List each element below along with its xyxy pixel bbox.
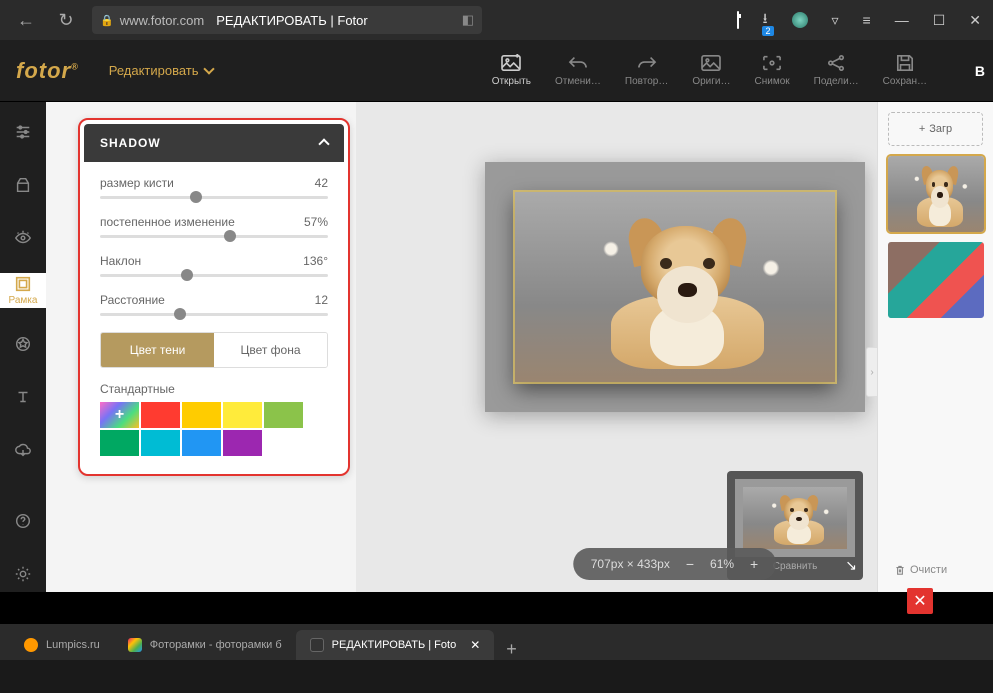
close-overlay-button[interactable]: ✕ [907, 588, 933, 614]
edit-menu[interactable]: Редактировать [109, 63, 213, 78]
zoom-bar: 707px × 433px − 61% + [573, 548, 776, 580]
main-photo [515, 192, 835, 382]
menu-icon[interactable]: ≡ [863, 12, 871, 28]
maximize-icon[interactable]: ☐ [933, 12, 946, 29]
favicon [310, 638, 324, 652]
rail-collapse-handle[interactable]: › [866, 347, 878, 397]
browser-tabs: Lumpics.ru Фоторамки - фоторамки б РЕДАК… [0, 624, 993, 660]
favicon [128, 638, 142, 652]
bg-color-tab[interactable]: Цвет фона [214, 333, 327, 367]
help-icon[interactable] [0, 504, 46, 539]
thumbnail-2[interactable] [888, 242, 984, 318]
snapshot-button[interactable]: Снимок [755, 54, 790, 87]
color-swatch[interactable] [141, 402, 180, 428]
url-title: РЕДАКТИРОВАТЬ | Fotor [216, 13, 367, 28]
right-rail: › + Загр Очисти [877, 102, 993, 592]
undo-button[interactable]: Отмени… [555, 54, 601, 87]
color-swatch[interactable] [223, 430, 262, 456]
zoom-percent: 61% [710, 557, 734, 571]
zoom-out-button[interactable]: − [686, 556, 694, 572]
bookmark-menu-icon[interactable]: ▿ [832, 12, 839, 29]
open-button[interactable]: Открыть [492, 54, 531, 87]
reload-button[interactable]: ↻ [52, 10, 80, 31]
profile-icon[interactable] [792, 12, 808, 28]
url-domain: www.fotor.com [120, 13, 205, 28]
lock-icon: 🔒 [100, 14, 114, 27]
redo-button[interactable]: Повтор… [625, 54, 668, 87]
text-icon[interactable] [0, 380, 46, 415]
stickers-icon[interactable] [0, 326, 46, 361]
share-button[interactable]: Подели… [814, 54, 859, 87]
fade-slider[interactable]: постепенное изменение57% [100, 215, 328, 238]
navigator-collapse-icon[interactable]: ↘ [845, 557, 857, 574]
download-icon[interactable]: ⭳2 [763, 8, 768, 32]
address-bar[interactable]: 🔒 www.fotor.com РЕДАКТИРОВАТЬ | Fotor ◧ [92, 6, 482, 34]
header-right-label[interactable]: B [975, 63, 985, 79]
distance-slider[interactable]: Расстояние12 [100, 293, 328, 316]
adjust-icon[interactable] [0, 114, 46, 149]
bookmark-icon[interactable]: ◧ [462, 12, 474, 28]
close-window-icon[interactable]: ✕ [969, 12, 981, 29]
battery-icon [737, 12, 739, 28]
bottom-strip: ✕ [0, 592, 993, 624]
app-header: fotor® Редактировать Открыть Отмени… Пов… [0, 40, 993, 102]
panel-header[interactable]: SHADOW [84, 124, 344, 162]
save-button[interactable]: Сохран… [883, 54, 927, 87]
image-frame[interactable] [485, 162, 865, 412]
sidebar: Рамка [0, 102, 46, 592]
color-swatch[interactable] [182, 402, 221, 428]
browser-bar: ← ↻ 🔒 www.fotor.com РЕДАКТИРОВАТЬ | Foto… [0, 0, 993, 40]
effects-icon[interactable] [0, 167, 46, 202]
cloud-icon[interactable] [0, 433, 46, 468]
load-button[interactable]: + Загр [888, 112, 983, 146]
beauty-icon[interactable] [0, 220, 46, 255]
shadow-panel: SHADOW размер кисти42 постепенное измене… [78, 118, 350, 476]
color-swatch[interactable] [264, 402, 303, 428]
brush-slider[interactable]: размер кисти42 [100, 176, 328, 199]
angle-slider[interactable]: Наклон136° [100, 254, 328, 277]
color-swatch[interactable] [182, 430, 221, 456]
clear-button[interactable]: Очисти [888, 558, 983, 582]
canvas-area[interactable]: Сравнить ↘ 707px × 433px − 61% + › + Заг… [356, 102, 993, 592]
toolbar: Открыть Отмени… Повтор… Ориги… Снимок По… [492, 54, 977, 87]
thumbnail-1[interactable] [888, 156, 984, 232]
browser-tab-1[interactable]: Lumpics.ru [10, 630, 114, 660]
frame-tool[interactable]: Рамка [0, 273, 46, 308]
logo[interactable]: fotor® [16, 58, 79, 84]
minimize-icon[interactable]: — [895, 12, 909, 28]
back-button[interactable]: ← [12, 10, 40, 31]
color-swatch[interactable] [141, 430, 180, 456]
zoom-in-button[interactable]: + [750, 556, 758, 572]
settings-icon[interactable] [0, 557, 46, 592]
browser-tab-2[interactable]: Фоторамки - фоторамки б [114, 630, 296, 660]
color-swatch[interactable] [100, 430, 139, 456]
canvas-dimensions: 707px × 433px [591, 557, 670, 571]
shadow-color-tab[interactable]: Цвет тени [101, 333, 214, 367]
close-tab-icon[interactable]: ✕ [470, 638, 480, 652]
swatches: + [100, 402, 328, 456]
favicon [24, 638, 38, 652]
original-button[interactable]: Ориги… [692, 54, 730, 87]
browser-tab-3[interactable]: РЕДАКТИРОВАТЬ | Foto ✕ [296, 630, 495, 660]
color-swatch[interactable] [223, 402, 262, 428]
new-tab-button[interactable]: + [494, 639, 529, 660]
colors-label: Стандартные [100, 382, 328, 396]
add-color-swatch[interactable]: + [100, 402, 139, 428]
collapse-icon[interactable] [318, 138, 329, 149]
